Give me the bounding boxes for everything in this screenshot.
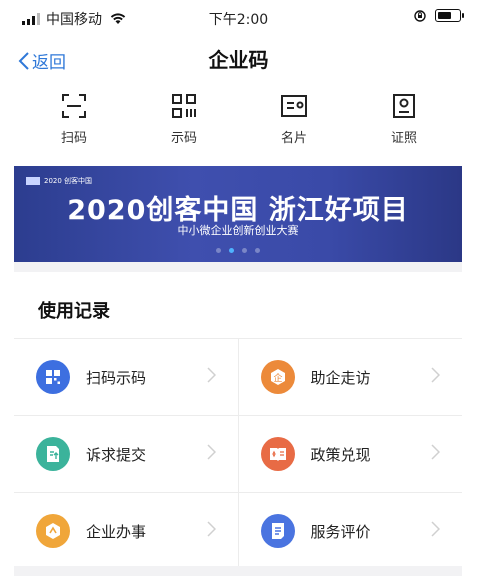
carousel-dot[interactable] — [216, 248, 221, 253]
policy-book-icon — [260, 437, 295, 471]
tool-scan[interactable]: 扫码 — [24, 90, 124, 160]
section-title: 使用记录 — [38, 301, 110, 322]
quick-tools: 扫码 示码 名片 证照 — [24, 90, 454, 160]
records-row: 扫码示码 企 助企走访 — [14, 338, 462, 415]
promo-banner[interactable]: 2020 创客中国 2020创客中国 浙江好项目 中小微企业创新创业大赛 — [14, 166, 462, 262]
document-upload-icon — [36, 437, 70, 471]
record-business-affairs[interactable]: 企业办事 — [14, 493, 238, 569]
enterprise-icon: 企 — [260, 360, 295, 394]
record-policy-fulfill[interactable]: 政策兑现 — [237, 416, 463, 492]
chevron-right-icon — [431, 367, 440, 383]
record-service-rating[interactable]: 服务评价 — [237, 493, 463, 569]
records-grid: 扫码示码 企 助企走访 诉求提交 政策兑现 企业办事 服务评价 — [14, 338, 462, 569]
affairs-icon — [36, 514, 70, 548]
qr-scan-icon — [36, 360, 70, 394]
banner-logo — [26, 177, 40, 185]
record-scan-show[interactable]: 扫码示码 — [14, 339, 238, 415]
records-row: 诉求提交 政策兑现 — [14, 415, 462, 492]
carousel-dots[interactable] — [14, 248, 462, 253]
orientation-lock-icon — [414, 9, 426, 22]
chevron-right-icon — [206, 444, 216, 460]
tool-label: 证照 — [390, 131, 417, 146]
carousel-dot[interactable] — [242, 248, 247, 253]
battery-icon — [435, 9, 464, 22]
scan-icon — [62, 94, 86, 118]
bottom-divider — [14, 566, 462, 576]
record-label: 政策兑现 — [310, 445, 371, 464]
tool-label: 扫码 — [60, 131, 87, 146]
record-label: 企业办事 — [86, 522, 147, 541]
tool-show-code[interactable]: 示码 — [134, 90, 234, 160]
chevron-right-icon — [431, 521, 440, 537]
banner-subtitle: 中小微企业创新创业大赛 — [177, 224, 299, 237]
qrcode-icon — [172, 94, 196, 118]
tool-label: 示码 — [170, 131, 197, 146]
navigation-bar: 返回 企业码 — [0, 40, 477, 80]
record-label: 助企走访 — [310, 368, 371, 387]
chevron-right-icon — [206, 521, 216, 537]
carousel-dot[interactable] — [255, 248, 260, 253]
tool-label: 名片 — [280, 131, 307, 146]
page-title: 企业码 — [208, 48, 269, 72]
tool-business-card[interactable]: 名片 — [244, 90, 344, 160]
carousel-dot[interactable] — [229, 248, 234, 253]
clock: 下午2:00 — [208, 12, 269, 28]
chevron-right-icon — [431, 444, 440, 460]
rating-list-icon — [260, 514, 295, 548]
business-card-icon — [281, 95, 307, 117]
record-submit-request[interactable]: 诉求提交 — [14, 416, 238, 492]
record-label: 诉求提交 — [86, 445, 147, 464]
svg-text:企: 企 — [273, 372, 282, 384]
banner-tag: 2020 创客中国 — [26, 176, 92, 186]
license-icon — [393, 94, 415, 118]
tool-license[interactable]: 证照 — [354, 90, 454, 160]
record-enterprise-visit[interactable]: 企 助企走访 — [237, 339, 463, 415]
section-divider — [14, 262, 462, 272]
record-label: 扫码示码 — [86, 368, 147, 387]
status-bar: 中国移动 下午2:00 — [0, 0, 477, 36]
status-right — [413, 9, 464, 22]
records-row: 企业办事 服务评价 — [14, 492, 462, 569]
record-label: 服务评价 — [310, 522, 371, 541]
chevron-right-icon — [206, 367, 216, 383]
